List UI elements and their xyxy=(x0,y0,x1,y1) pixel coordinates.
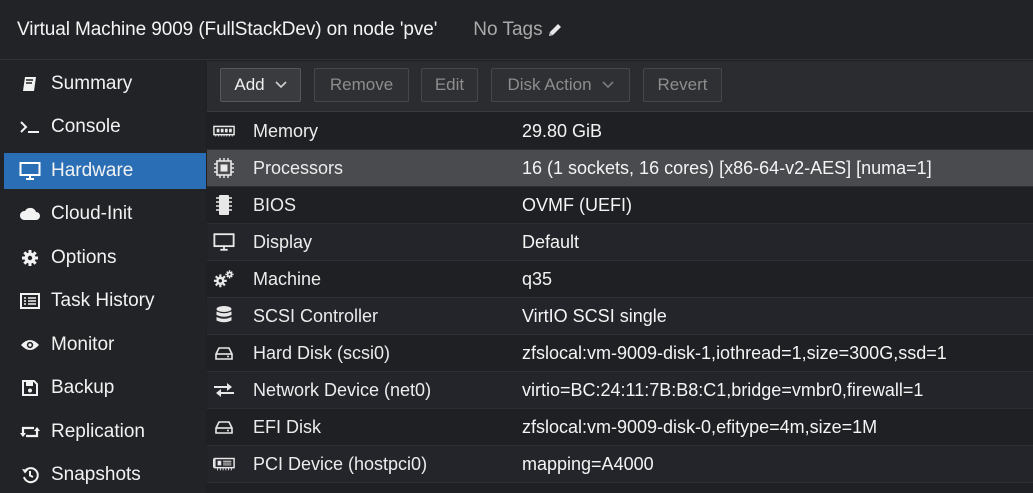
sidebar-item-label: Monitor xyxy=(51,334,115,355)
row-name: Machine xyxy=(253,268,322,289)
hdd-icon xyxy=(213,343,235,363)
sidebar-item-label: Summary xyxy=(51,73,133,94)
row-value: Default xyxy=(522,231,580,252)
exchange-icon xyxy=(213,380,235,400)
pci-card-icon xyxy=(213,454,235,474)
desktop-icon xyxy=(213,232,235,252)
sidebar-item-label: Options xyxy=(51,247,117,268)
table-row[interactable]: Network Device (net0) virtio=BC:24:11:7B… xyxy=(207,372,1033,409)
cpu-icon xyxy=(213,158,235,178)
sidebar-item-label: Console xyxy=(51,116,121,137)
row-value: VirtIO SCSI single xyxy=(522,305,667,326)
sidebar-item-snapshots[interactable]: Snapshots xyxy=(4,457,206,493)
toolbar: Add Remove Edit Disk Action Revert xyxy=(207,61,1033,112)
row-value: zfslocal:vm-9009-disk-0,efitype=4m,size=… xyxy=(522,416,878,437)
sidebar-item-label: Replication xyxy=(51,421,145,442)
floppy-icon xyxy=(19,377,41,399)
sidebar-item-backup[interactable]: Backup xyxy=(4,370,206,406)
sidebar-item-console[interactable]: Console xyxy=(4,109,206,145)
chevron-down-icon xyxy=(601,81,614,89)
cogs-icon xyxy=(213,269,235,289)
row-name: SCSI Controller xyxy=(253,305,379,326)
table-row[interactable]: PCI Device (hostpci0) mapping=A4000 xyxy=(207,446,1033,483)
edit-button-label: Edit xyxy=(434,75,465,94)
page-title: Virtual Machine 9009 (FullStackDev) on n… xyxy=(17,18,438,40)
row-value: zfslocal:vm-9009-disk-1,iothread=1,size=… xyxy=(522,342,947,363)
eye-icon xyxy=(19,334,41,356)
cloud-icon xyxy=(19,203,41,225)
retweet-icon xyxy=(19,421,41,443)
terminal-icon xyxy=(19,116,41,138)
disk-action-button[interactable]: Disk Action xyxy=(491,68,630,102)
edit-button[interactable]: Edit xyxy=(421,68,478,102)
row-name: Memory xyxy=(253,120,319,141)
row-value: mapping=A4000 xyxy=(522,453,654,474)
tags-label: No Tags xyxy=(473,18,543,40)
microchip-icon xyxy=(213,195,235,215)
window-header: Virtual Machine 9009 (FullStackDev) on n… xyxy=(0,0,1033,60)
table-row[interactable]: Display Default xyxy=(207,224,1033,261)
row-name: EFI Disk xyxy=(253,416,322,437)
row-name: Processors xyxy=(253,157,344,178)
row-value: OVMF (UEFI) xyxy=(522,194,632,215)
row-name: PCI Device (hostpci0) xyxy=(253,453,428,474)
row-value: 16 (1 sockets, 16 cores) [x86-64-v2-AES]… xyxy=(522,157,932,178)
sidebar-item-summary[interactable]: Summary xyxy=(4,66,206,102)
sidebar-item-label: Cloud-Init xyxy=(51,203,133,224)
book-icon xyxy=(19,73,41,95)
table-row[interactable]: SCSI Controller VirtIO SCSI single xyxy=(207,298,1033,335)
hdd-icon xyxy=(213,417,235,437)
hardware-panel: Add Remove Edit Disk Action Revert Memor… xyxy=(207,61,1033,493)
sidebar-item-label: Backup xyxy=(51,377,115,398)
disk-action-button-label: Disk Action xyxy=(507,75,592,94)
row-value: q35 xyxy=(522,268,553,289)
chevron-down-icon xyxy=(275,81,287,89)
pencil-icon[interactable] xyxy=(546,21,564,39)
remove-button[interactable]: Remove xyxy=(314,68,409,102)
table-row[interactable]: Memory 29.80 GiB xyxy=(207,113,1033,150)
table-row[interactable]: EFI Disk zfslocal:vm-9009-disk-0,efitype… xyxy=(207,409,1033,446)
sidebar-item-label: Task History xyxy=(51,290,155,311)
remove-button-label: Remove xyxy=(329,75,394,94)
revert-button[interactable]: Revert xyxy=(643,68,722,102)
row-name: Network Device (net0) xyxy=(253,379,432,400)
row-name: Hard Disk (scsi0) xyxy=(253,342,391,363)
table-row[interactable]: Processors 16 (1 sockets, 16 cores) [x86… xyxy=(207,150,1033,187)
table-row[interactable]: Machine q35 xyxy=(207,261,1033,298)
row-value: 29.80 GiB xyxy=(522,120,603,141)
row-name: Display xyxy=(253,231,313,252)
table-row[interactable]: Hard Disk (scsi0) zfslocal:vm-9009-disk-… xyxy=(207,335,1033,372)
revert-button-label: Revert xyxy=(657,75,708,94)
sidebar-item-cloud-init[interactable]: Cloud-Init xyxy=(4,196,206,232)
add-button[interactable]: Add xyxy=(220,68,301,102)
history-icon xyxy=(19,464,41,486)
list-icon xyxy=(19,290,41,312)
sidebar-item-options[interactable]: Options xyxy=(4,240,206,276)
sidebar-item-replication[interactable]: Replication xyxy=(4,414,206,450)
tags-area[interactable]: No Tags xyxy=(473,19,563,41)
row-value: virtio=BC:24:11:7B:B8:C1,bridge=vmbr0,fi… xyxy=(522,379,924,400)
sidebar-item-task-history[interactable]: Task History xyxy=(4,283,206,319)
sidebar-item-hardware[interactable]: Hardware xyxy=(4,153,206,189)
add-button-label: Add xyxy=(234,75,265,94)
sidebar-item-label: Hardware xyxy=(51,160,134,181)
sidebar: Summary Console Hardware Cloud-Init Opti… xyxy=(0,61,206,493)
database-icon xyxy=(213,306,235,326)
gear-icon xyxy=(19,247,41,269)
table-row[interactable]: BIOS OVMF (UEFI) xyxy=(207,187,1033,224)
memory-icon xyxy=(213,121,235,141)
sidebar-item-monitor[interactable]: Monitor xyxy=(4,327,206,363)
monitor-icon xyxy=(19,160,41,182)
sidebar-item-label: Snapshots xyxy=(51,464,141,485)
row-name: BIOS xyxy=(253,194,297,215)
